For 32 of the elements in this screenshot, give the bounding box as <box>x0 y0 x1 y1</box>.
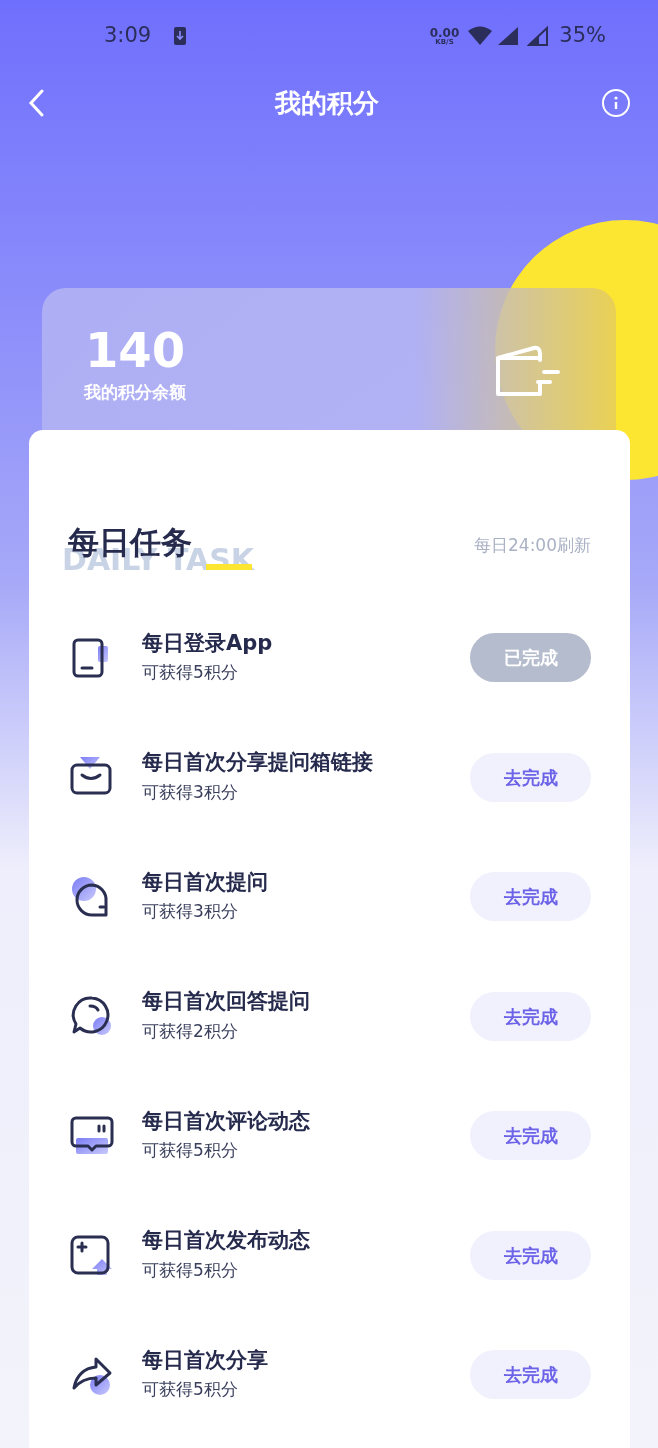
task-title: 每日首次回答提问 <box>142 988 311 1015</box>
task-button[interactable]: 去完成 <box>470 872 591 922</box>
page-title: 我的积分 <box>275 86 379 120</box>
task-reward: 可获得5积分 <box>142 1258 239 1282</box>
task-title: 每日登录App <box>142 629 274 657</box>
task-button[interactable]: 去完成 <box>470 1111 591 1161</box>
task-button[interactable]: 去完成 <box>470 1350 591 1400</box>
refresh-note: 每日24:00刷新 <box>474 533 591 557</box>
task-reward: 可获得2积分 <box>142 1019 239 1043</box>
wifi-icon <box>467 26 494 46</box>
task-title: 每日首次分享提问箱链接 <box>142 749 374 776</box>
status-time: 3:09 <box>104 22 152 50</box>
net-speed: 0.00 <box>429 26 460 39</box>
task-title: 每日首次分享 <box>142 1346 269 1374</box>
task-reward: 可获得3积分 <box>142 780 239 804</box>
signal-icon <box>497 26 520 46</box>
download-icon <box>173 26 188 46</box>
task-button[interactable]: 去完成 <box>470 991 591 1041</box>
task-reward: 可获得5积分 <box>142 1139 239 1163</box>
task-button[interactable]: 去完成 <box>470 752 591 802</box>
task-title: 每日首次提问 <box>142 868 269 896</box>
task-reward: 可获得5积分 <box>142 1378 239 1402</box>
task-button[interactable]: 去完成 <box>470 1230 591 1280</box>
signal-icon <box>527 26 550 46</box>
task-title: 每日首次发布动态 <box>142 1227 311 1254</box>
task-title: 每日首次评论动态 <box>142 1107 311 1135</box>
task-reward: 可获得5积分 <box>142 661 239 685</box>
points-balance: 140 <box>84 326 186 374</box>
info-icon[interactable] <box>602 89 630 117</box>
task-reward: 可获得3积分 <box>142 900 239 924</box>
balance-label: 我的积分余额 <box>84 381 186 404</box>
battery-percent: 35% <box>559 22 606 50</box>
